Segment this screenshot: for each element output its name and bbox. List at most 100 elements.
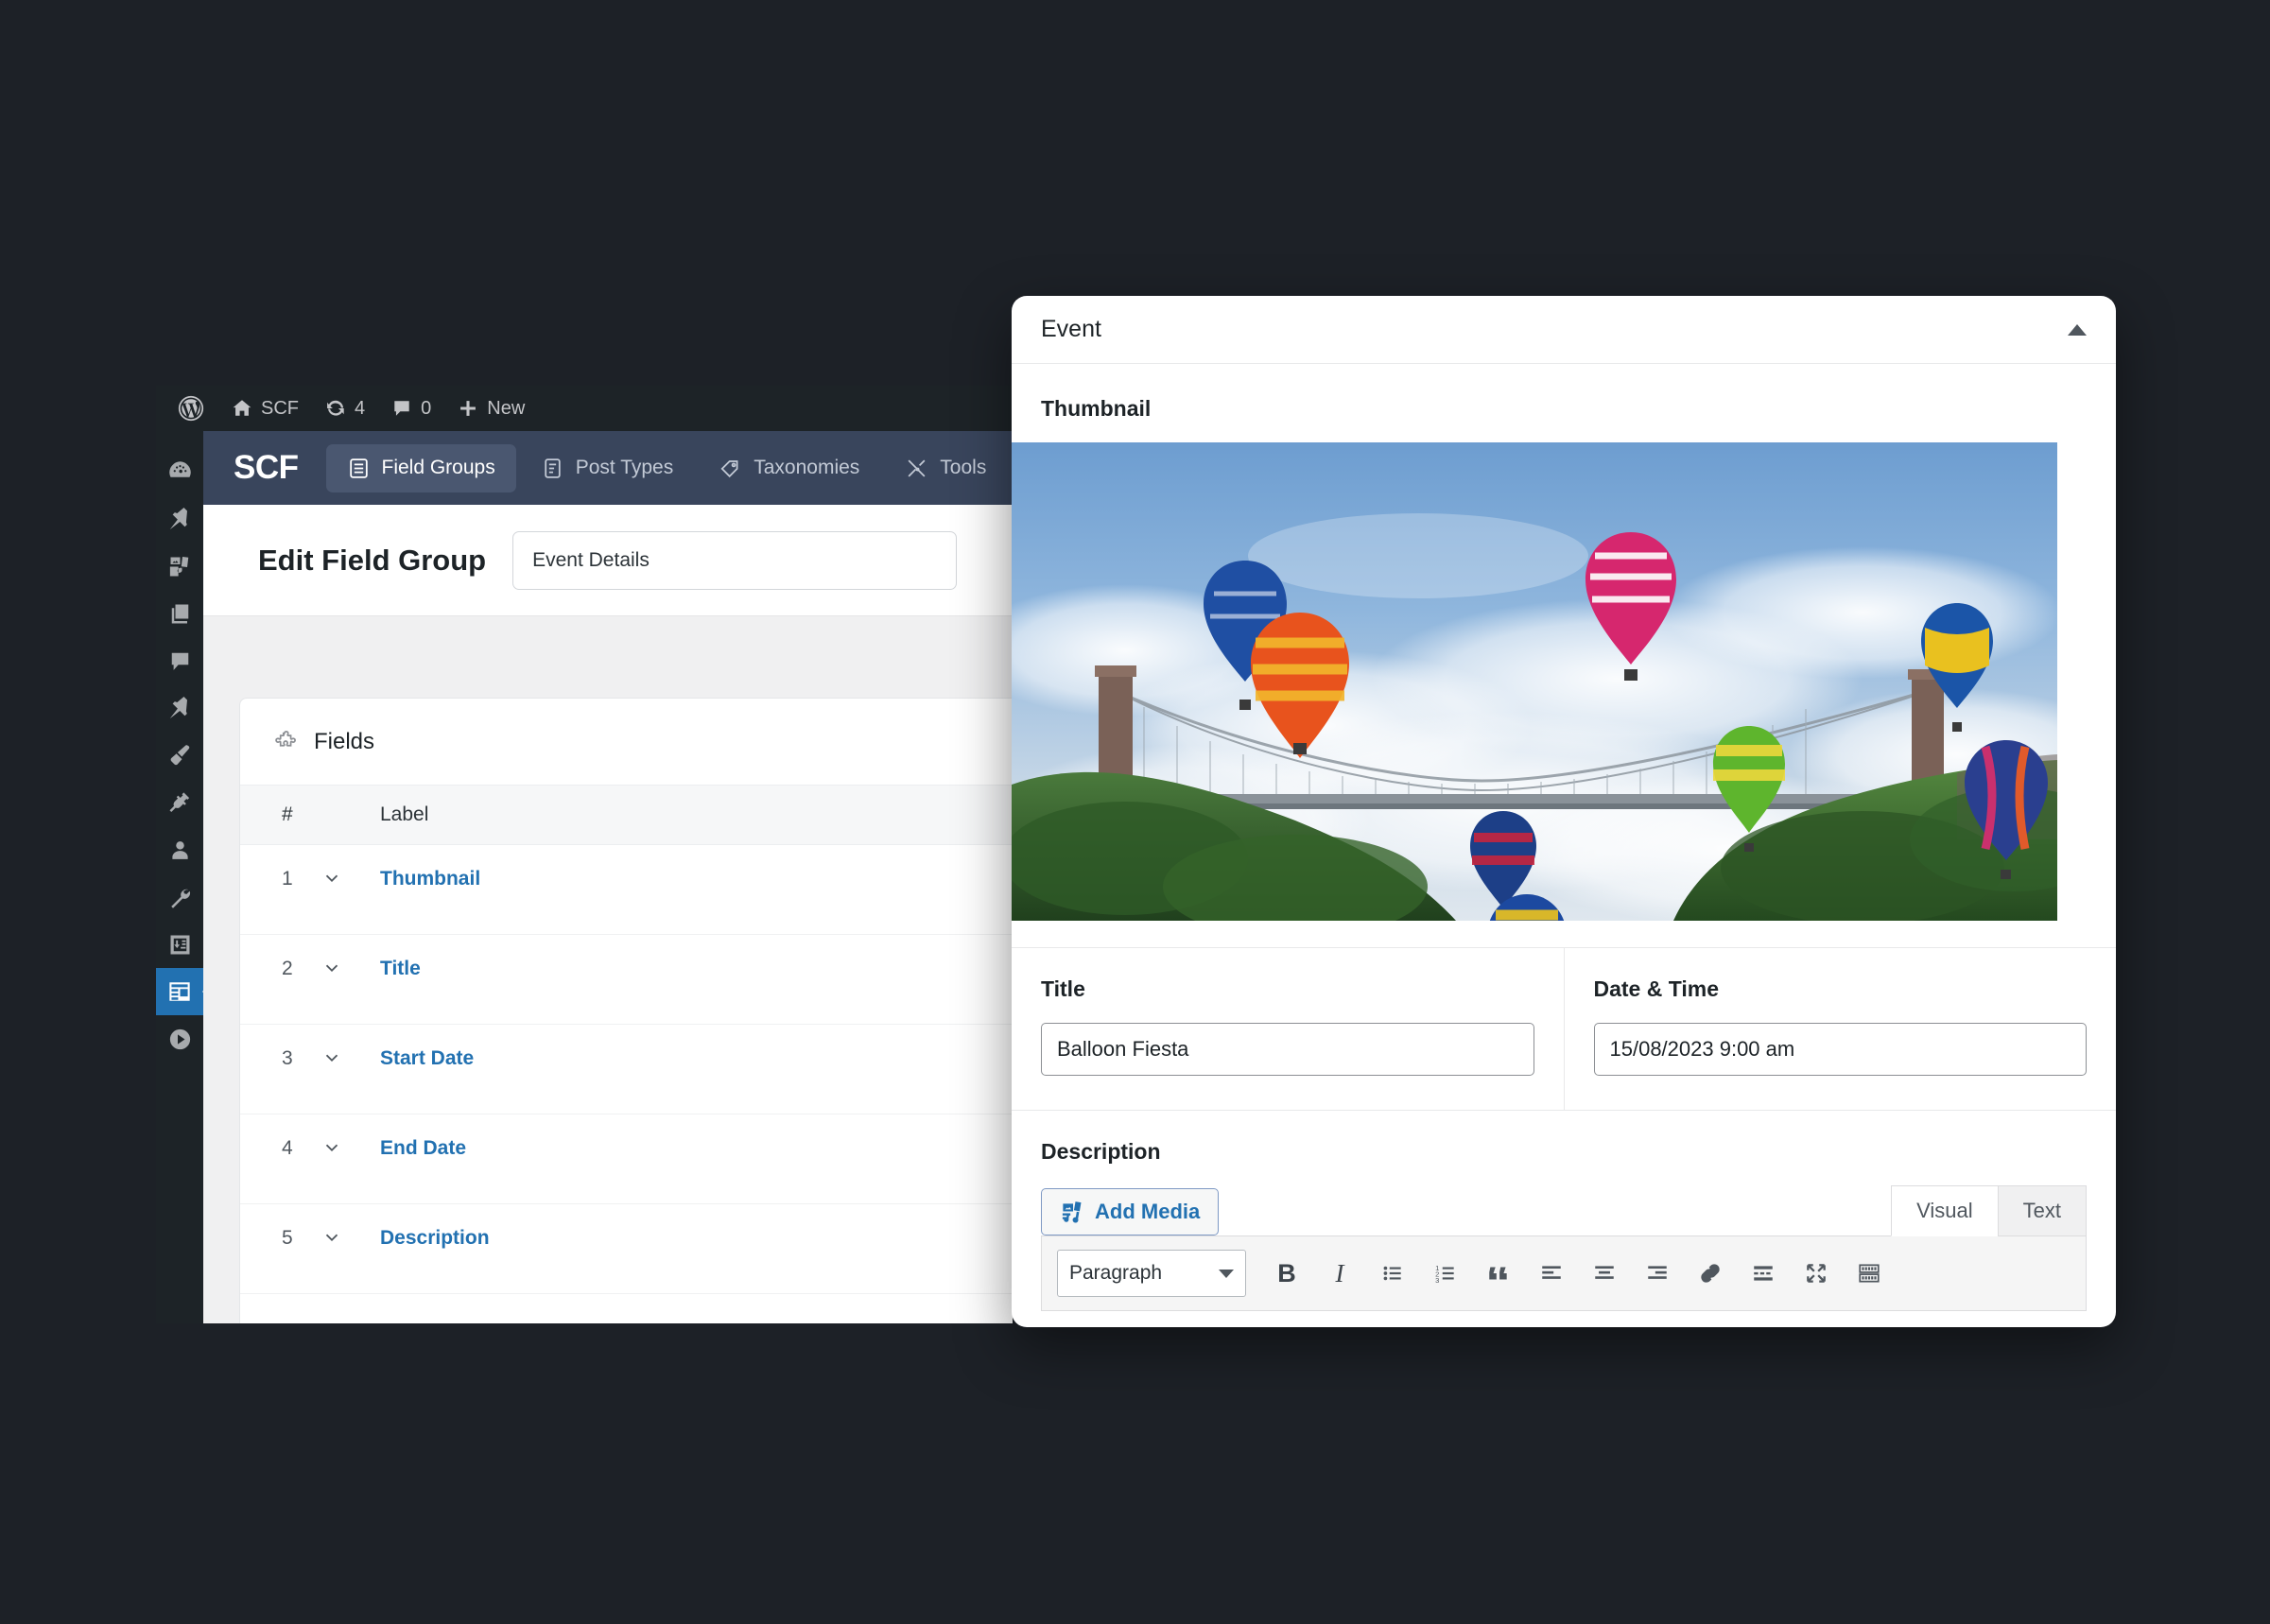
comments-menu[interactable]: 0 [378, 386, 444, 431]
sliders-icon [168, 933, 192, 957]
kitchen-sink-icon [1857, 1261, 1881, 1286]
title-input[interactable] [1041, 1023, 1534, 1076]
insert-read-more-button[interactable] [1743, 1253, 1783, 1293]
field-label-link[interactable]: Thumbnail [380, 868, 480, 890]
new-label: New [487, 386, 525, 431]
sidebar-item-tools[interactable] [156, 873, 203, 921]
event-field-group-modal: Event Thumbnail [1012, 296, 2116, 1327]
sidebar-item-pages[interactable] [156, 590, 203, 637]
blockquote-icon [1486, 1261, 1511, 1286]
sidebar-item-media[interactable] [156, 543, 203, 590]
table-row[interactable]: 2 Title title [240, 935, 1013, 1025]
sidebar-item-plugins[interactable] [156, 779, 203, 826]
sidebar-item-dashboard[interactable] [156, 448, 203, 495]
description-field: Description Add Media Visual Text [1012, 1110, 2116, 1311]
table-row[interactable]: 5 Description description [240, 1204, 1013, 1294]
align-right-button[interactable] [1638, 1253, 1677, 1293]
italic-button[interactable]: I [1320, 1253, 1360, 1293]
column-header-label[interactable]: Label [380, 786, 1013, 845]
tab-post-types[interactable]: Post Types [520, 444, 695, 492]
chevron-down-icon [321, 868, 342, 889]
fields-table: # Label Name 1 Th [240, 786, 1013, 1323]
comment-bubble-icon [391, 398, 412, 419]
chevron-down-icon [321, 1227, 342, 1248]
tab-visual[interactable]: Visual [1891, 1185, 1999, 1236]
insert-read-more-icon [1751, 1261, 1776, 1286]
home-icon [232, 398, 252, 419]
table-row[interactable]: 1 Thumbnail thumbnail [240, 845, 1013, 935]
tab-tools[interactable]: Tools [884, 444, 1007, 492]
sidebar-item-comments[interactable] [156, 637, 203, 684]
modal-body: Thumbnail [1012, 364, 2116, 1311]
wp-content-area: Edit Field Group Fields # La [203, 505, 1013, 1323]
sidebar-item-appearance[interactable] [156, 732, 203, 779]
row-number: 3 [240, 1025, 321, 1114]
sidebar-item-posts[interactable] [156, 495, 203, 543]
row-expand-toggle[interactable] [321, 845, 380, 935]
sidebar-item-scf[interactable] [156, 968, 203, 1015]
wp-logo-menu[interactable] [164, 386, 218, 431]
blockquote-button[interactable] [1479, 1253, 1518, 1293]
fullscreen-icon [1804, 1261, 1828, 1286]
add-media-button[interactable]: Add Media [1041, 1188, 1219, 1235]
bold-button[interactable]: B [1267, 1253, 1307, 1293]
sidebar-item-settings[interactable] [156, 921, 203, 968]
chevron-down-icon [321, 958, 342, 978]
fullscreen-button[interactable] [1796, 1253, 1836, 1293]
align-left-button[interactable] [1532, 1253, 1571, 1293]
wp-admin-bar: SCF 4 0 New [156, 386, 1013, 431]
bulleted-list-icon [1380, 1261, 1405, 1286]
field-label-link[interactable]: Description [380, 1227, 490, 1249]
field-groups-icon [347, 457, 371, 480]
tab-text[interactable]: Text [1998, 1185, 2087, 1236]
dashboard-icon [168, 460, 192, 484]
thumbnail-image[interactable] [1012, 442, 2057, 921]
tab-field-groups-label: Field Groups [382, 457, 495, 479]
updates-count: 4 [355, 386, 365, 431]
plus-icon [458, 398, 478, 419]
row-expand-toggle[interactable] [321, 935, 380, 1025]
field-label-link[interactable]: End Date [380, 1137, 466, 1159]
field-label-link[interactable]: Start Date [380, 1047, 474, 1069]
site-name-menu[interactable]: SCF [218, 386, 312, 431]
sidebar-item-collapse[interactable] [156, 1015, 203, 1063]
sidebar-item-users[interactable] [156, 826, 203, 873]
column-header-number[interactable]: # [240, 786, 321, 845]
tab-tools-label: Tools [940, 457, 986, 479]
new-content-menu[interactable]: New [444, 386, 538, 431]
bulleted-list-button[interactable] [1373, 1253, 1412, 1293]
table-row[interactable]: 3 Start Date start_date [240, 1025, 1013, 1114]
title-label: Title [1041, 976, 1534, 1002]
fields-panel-title: Fields [314, 729, 374, 755]
field-group-title-input[interactable] [512, 531, 957, 590]
kitchen-sink-button[interactable] [1849, 1253, 1889, 1293]
row-expand-toggle[interactable] [321, 1025, 380, 1114]
thumbnail-field: Thumbnail [1012, 364, 2116, 422]
scf-icon [167, 979, 192, 1004]
tab-field-groups[interactable]: Field Groups [326, 444, 516, 492]
field-label-link[interactable]: Title [380, 958, 421, 979]
taxonomies-icon [719, 457, 742, 480]
datetime-field: Date & Time [1564, 948, 2117, 1110]
title-datetime-row: Title Date & Time [1012, 947, 2116, 1110]
format-select[interactable]: Paragraph [1057, 1250, 1246, 1297]
pin-icon [168, 508, 192, 531]
media-icon [168, 555, 192, 579]
datetime-input[interactable] [1594, 1023, 2088, 1076]
wordpress-logo-icon [177, 394, 205, 423]
fields-table-header-row: # Label Name [240, 786, 1013, 845]
numbered-list-button[interactable]: 1 2 3 [1426, 1253, 1465, 1293]
row-label-cell: Thumbnail [380, 845, 1013, 935]
tools-icon [905, 457, 928, 480]
italic-icon: I [1336, 1259, 1344, 1288]
table-row[interactable]: 4 End Date end_date [240, 1114, 1013, 1204]
sidebar-item-portfolio[interactable] [156, 684, 203, 732]
row-expand-toggle[interactable] [321, 1114, 380, 1204]
caret-up-icon[interactable] [2068, 324, 2087, 336]
link-button[interactable] [1690, 1253, 1730, 1293]
align-center-button[interactable] [1585, 1253, 1624, 1293]
pin-icon [168, 697, 192, 720]
updates-menu[interactable]: 4 [312, 386, 378, 431]
tab-taxonomies[interactable]: Taxonomies [698, 444, 880, 492]
row-expand-toggle[interactable] [321, 1204, 380, 1294]
